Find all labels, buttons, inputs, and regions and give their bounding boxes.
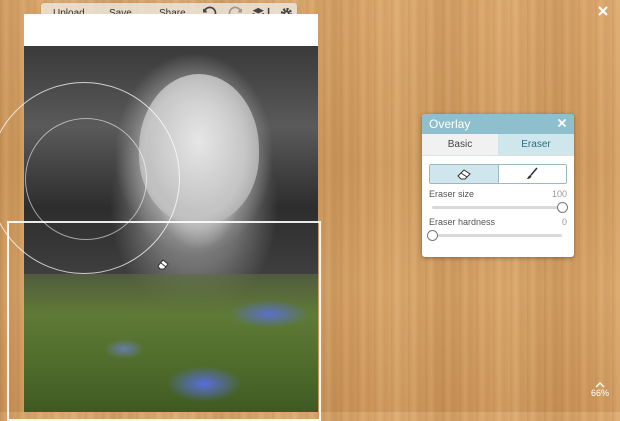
eraser-tool-toggle xyxy=(429,164,567,184)
eraser-size-slider[interactable] xyxy=(432,202,568,213)
zoom-indicator[interactable]: 66% xyxy=(585,382,615,398)
close-icon[interactable] xyxy=(557,118,567,128)
eraser-size-label: Eraser size xyxy=(429,189,475,199)
eraser-size-value: 100 xyxy=(551,189,567,199)
overlay-tabs: Basic Eraser xyxy=(422,134,574,156)
eraser-size-slider-knob[interactable] xyxy=(557,202,568,213)
eraser-hardness-value: 0 xyxy=(561,217,567,227)
overlay-layer-bounds[interactable] xyxy=(7,221,321,421)
overlay-panel-title: Overlay xyxy=(429,117,471,131)
close-app-icon[interactable] xyxy=(596,4,610,18)
tab-basic[interactable]: Basic xyxy=(422,134,498,155)
eraser-icon xyxy=(457,169,471,180)
eraser-hardness-slider-knob[interactable] xyxy=(427,230,438,241)
eraser-tool-button[interactable] xyxy=(430,165,499,183)
brush-tool-button[interactable] xyxy=(498,165,566,183)
brush-icon xyxy=(527,167,538,179)
overlay-panel: Overlay Basic Eraser Eraser size 100 Era… xyxy=(422,114,574,257)
eraser-hardness-slider[interactable] xyxy=(427,230,562,241)
zoom-level: 66% xyxy=(590,388,609,398)
eraser-hardness-label: Eraser hardness xyxy=(429,217,496,227)
eraser-cursor-icon xyxy=(157,259,169,270)
tab-eraser[interactable]: Eraser xyxy=(498,134,574,155)
overlay-panel-header: Overlay xyxy=(422,114,574,134)
